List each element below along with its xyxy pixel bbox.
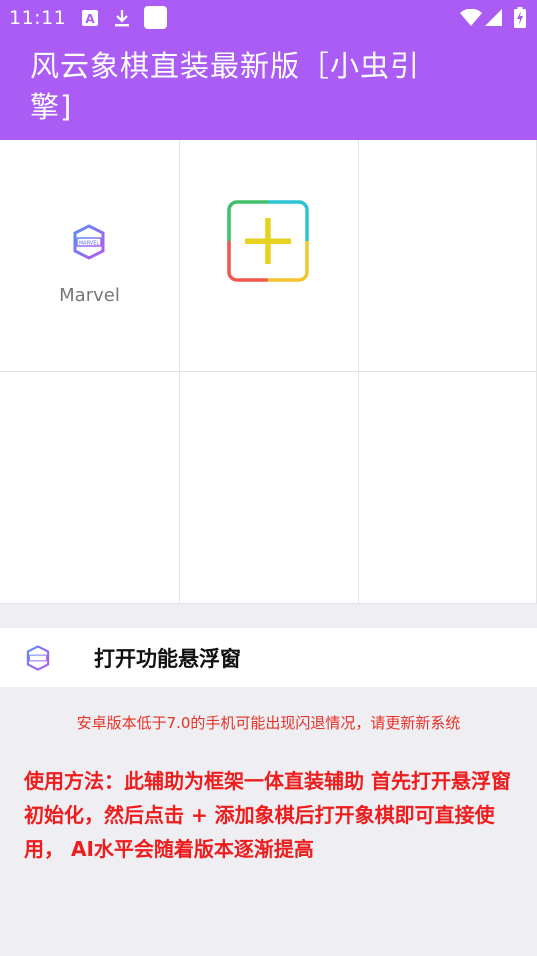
app-title: 风云象棋直装最新版［小虫引擎] <box>30 49 421 124</box>
status-bar: 11:11 A <box>0 0 537 36</box>
white-square-icon <box>144 6 167 34</box>
signal-icon <box>485 9 503 32</box>
empty-app-slot <box>180 372 359 604</box>
wifi-icon <box>460 8 482 32</box>
marvel-logo-icon: MARVEL <box>71 224 107 264</box>
marvel-logo-icon <box>25 645 51 675</box>
app-a-icon: A <box>82 9 98 31</box>
compatibility-notice: 安卓版本低于7.0的手机可能出现闪退情况，请更新新系统 <box>76 714 461 732</box>
usage-instructions: 使用方法：此辅助为框架一体直装辅助 首先打开悬浮窗初始化，然后点击 + 添加象棋… <box>24 769 511 861</box>
add-plus-icon[interactable] <box>227 200 309 286</box>
empty-app-slot <box>0 372 180 604</box>
add-app-tile[interactable] <box>180 140 359 372</box>
battery-charging-icon <box>514 7 526 33</box>
app-label: Marvel <box>59 285 120 306</box>
floating-window-label: 打开功能悬浮窗 <box>94 647 241 671</box>
empty-app-slot <box>359 140 537 372</box>
status-time: 11:11 <box>9 7 67 29</box>
download-icon <box>113 9 131 32</box>
app-header: 11:11 A 风云象棋直装最新版［小虫引擎] <box>0 0 537 140</box>
svg-text:MARVEL: MARVEL <box>79 241 100 247</box>
empty-app-slot <box>359 372 537 604</box>
app-grid: MARVEL Marvel <box>0 140 537 604</box>
app-tile-marvel[interactable]: MARVEL Marvel <box>0 140 180 372</box>
floating-window-button[interactable]: 打开功能悬浮窗 <box>0 628 537 687</box>
svg-text:A: A <box>85 12 95 26</box>
